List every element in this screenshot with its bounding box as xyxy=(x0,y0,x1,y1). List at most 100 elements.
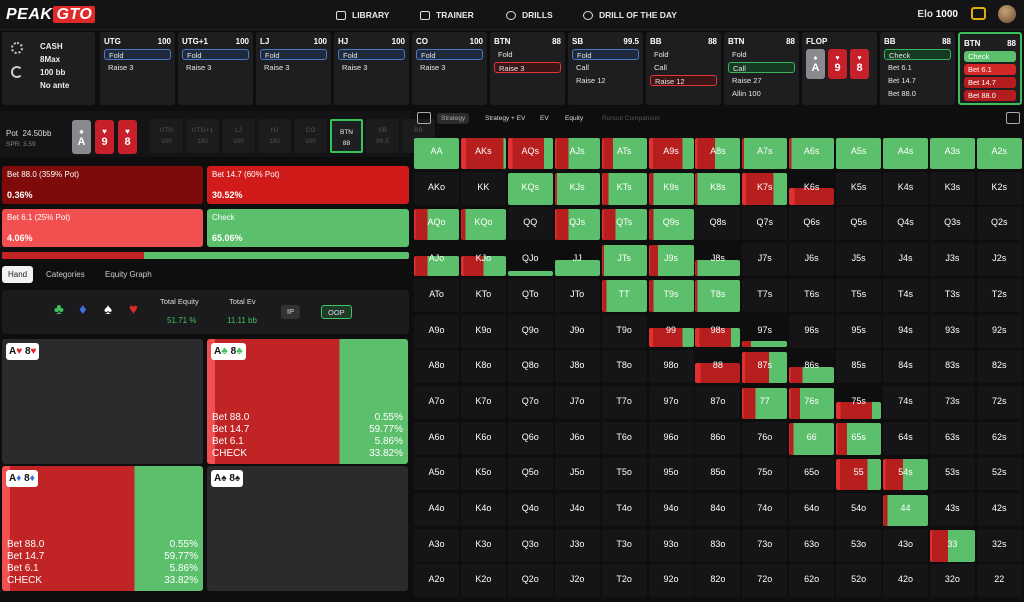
action-option[interactable]: Bet 88.0 xyxy=(884,88,951,99)
range-cell[interactable]: A3o xyxy=(414,528,459,562)
position-bb[interactable]: BB 88 Fold Call Raise 12 xyxy=(646,32,721,105)
action-option[interactable]: Raise 3 xyxy=(494,62,561,73)
range-cell[interactable]: 86o xyxy=(695,421,741,455)
range-cell[interactable]: 53s xyxy=(929,457,975,491)
range-cell[interactable]: 64o xyxy=(789,493,835,526)
range-cell[interactable]: 94s xyxy=(883,314,928,348)
range-cell[interactable]: A9s xyxy=(648,136,694,169)
club-icon[interactable]: ♣ xyxy=(54,301,64,318)
position-btn[interactable]: BTN 88 Check Bet 6.1 Bet 14.7 Bet 88.0 xyxy=(958,32,1022,105)
range-cell[interactable]: 85s xyxy=(836,350,882,384)
action-option[interactable]: Raise 3 xyxy=(182,62,249,73)
range-cell[interactable]: 83s xyxy=(929,350,975,384)
range-cell[interactable]: A6o xyxy=(414,421,459,455)
action-option[interactable]: Fold xyxy=(260,49,327,60)
range-cell[interactable]: KK xyxy=(460,171,506,205)
range-cell[interactable]: T9o xyxy=(601,314,647,348)
range-cell[interactable]: 62o xyxy=(789,564,835,598)
action-option[interactable]: Fold xyxy=(182,49,249,60)
range-cell[interactable]: 99 xyxy=(648,315,694,348)
range-cell[interactable]: QJo xyxy=(507,243,553,277)
nav-drills[interactable]: DRILLS xyxy=(506,10,553,20)
seat-sb[interactable]: SB 99.5 xyxy=(366,119,399,153)
range-cell[interactable]: ATs xyxy=(601,136,647,169)
range-cell[interactable]: K9o xyxy=(460,314,506,348)
position-utg[interactable]: UTG 100 Fold Raise 3 xyxy=(100,32,175,105)
action-option[interactable]: Raise 27 xyxy=(728,75,795,86)
range-cell[interactable]: A8o xyxy=(414,350,459,384)
range-cell[interactable]: AA xyxy=(414,136,459,169)
range-cell[interactable]: 43s xyxy=(929,493,975,526)
range-cell[interactable]: AJs xyxy=(554,136,600,169)
range-cell[interactable]: K4o xyxy=(460,493,506,526)
range-cell[interactable]: K5o xyxy=(460,457,506,491)
range-cell[interactable]: Q9o xyxy=(507,314,553,348)
range-cell[interactable]: 72o xyxy=(742,564,788,598)
range-cell[interactable]: Q6o xyxy=(507,421,553,455)
action-option[interactable]: Raise 3 xyxy=(416,62,483,73)
range-cell[interactable]: Q8o xyxy=(507,350,553,384)
range-cell[interactable]: K2o xyxy=(460,564,506,598)
range-cell[interactable]: 63o xyxy=(789,528,835,562)
range-cell[interactable]: A9o xyxy=(414,314,459,348)
range-cell[interactable]: 85o xyxy=(695,457,741,491)
action-option[interactable]: Raise 3 xyxy=(260,62,327,73)
strategy-action[interactable]: Check 65.06% xyxy=(207,209,409,247)
range-cell[interactable]: A4s xyxy=(883,136,928,169)
range-cell[interactable]: KJo xyxy=(460,243,506,277)
range-cell[interactable]: JTo xyxy=(554,278,600,312)
range-cell[interactable]: AQs xyxy=(507,136,553,169)
seat-utgplus1[interactable]: UTG+1 100 xyxy=(186,119,219,153)
range-cell[interactable]: J7o xyxy=(554,385,600,419)
range-cell[interactable]: 42s xyxy=(976,493,1022,526)
range-cell[interactable]: K6s xyxy=(789,172,835,205)
action-option[interactable]: Fold xyxy=(104,49,171,60)
nav-drill-of-the-day[interactable]: DRILL OF THE DAY xyxy=(583,10,677,20)
diamond-icon[interactable]: ♦ xyxy=(79,301,87,318)
combo-card[interactable]: A♦ 8♦ Bet 88.0 0.55% Bet 14.7 59.77% Bet 6.1 5… xyxy=(2,466,203,591)
seat-hj[interactable]: HJ 100 xyxy=(258,119,291,153)
action-option[interactable]: Raise 12 xyxy=(572,75,639,86)
range-cell[interactable]: A8s xyxy=(695,136,741,169)
range-cell[interactable]: T9s xyxy=(648,279,694,312)
nav-library[interactable]: LIBRARY xyxy=(336,10,389,20)
range-cell[interactable]: Q6s xyxy=(789,207,835,241)
range-cell[interactable]: 73s xyxy=(929,385,975,419)
heart-icon[interactable]: ♥ xyxy=(129,301,138,318)
range-cell[interactable]: 84o xyxy=(695,493,741,526)
range-cell[interactable]: QJs xyxy=(554,207,600,241)
action-option[interactable]: Call xyxy=(650,62,717,73)
range-cell[interactable]: J4s xyxy=(883,243,928,277)
range-cell[interactable]: T6o xyxy=(601,421,647,455)
nav-trainer[interactable]: TRAINER xyxy=(420,10,474,20)
range-cell[interactable]: JJ xyxy=(554,243,600,277)
range-cell[interactable]: J2s xyxy=(976,243,1022,277)
range-cell[interactable]: AKs xyxy=(460,136,506,169)
range-cell[interactable]: T4o xyxy=(601,493,647,526)
range-cell[interactable]: AQo xyxy=(414,207,459,241)
position-flop[interactable]: FLOP ♠ A ♥ 9 ♥ 8 xyxy=(802,32,877,105)
range-cell[interactable]: QQ xyxy=(507,207,553,241)
action-option[interactable]: Raise 3 xyxy=(338,62,405,73)
range-cell[interactable]: K3s xyxy=(929,171,975,205)
range-cell[interactable]: 88 xyxy=(695,350,741,384)
position-lj[interactable]: LJ 100 Fold Raise 3 xyxy=(256,32,331,105)
seat-co[interactable]: CO 100 xyxy=(294,119,327,153)
range-cell[interactable]: 97s xyxy=(742,315,788,348)
range-cell[interactable]: 84s xyxy=(883,350,928,384)
action-option[interactable]: Fold xyxy=(572,49,639,60)
tab-categories[interactable]: Categories xyxy=(40,266,91,283)
range-cell[interactable]: Q4o xyxy=(507,493,553,526)
range-cell[interactable]: A3s xyxy=(929,136,975,169)
range-cell[interactable]: 82s xyxy=(976,350,1022,384)
strategy-action[interactable]: Bet 14.7 (60% Pot) 30.52% xyxy=(207,166,409,204)
action-option[interactable]: Bet 6.1 xyxy=(964,64,1016,75)
position-btn[interactable]: BTN 88 Fold Call Raise 27 Allin 100 xyxy=(724,32,799,105)
range-cell[interactable]: 82o xyxy=(695,564,741,598)
range-cell[interactable]: J6o xyxy=(554,421,600,455)
combo-card[interactable]: A♥ 8♥ xyxy=(2,339,203,464)
range-cell[interactable]: 76s xyxy=(789,386,835,419)
action-option[interactable]: Raise 3 xyxy=(104,62,171,73)
range-cell[interactable]: T8s xyxy=(695,279,741,312)
range-cell[interactable]: AKo xyxy=(414,171,459,205)
